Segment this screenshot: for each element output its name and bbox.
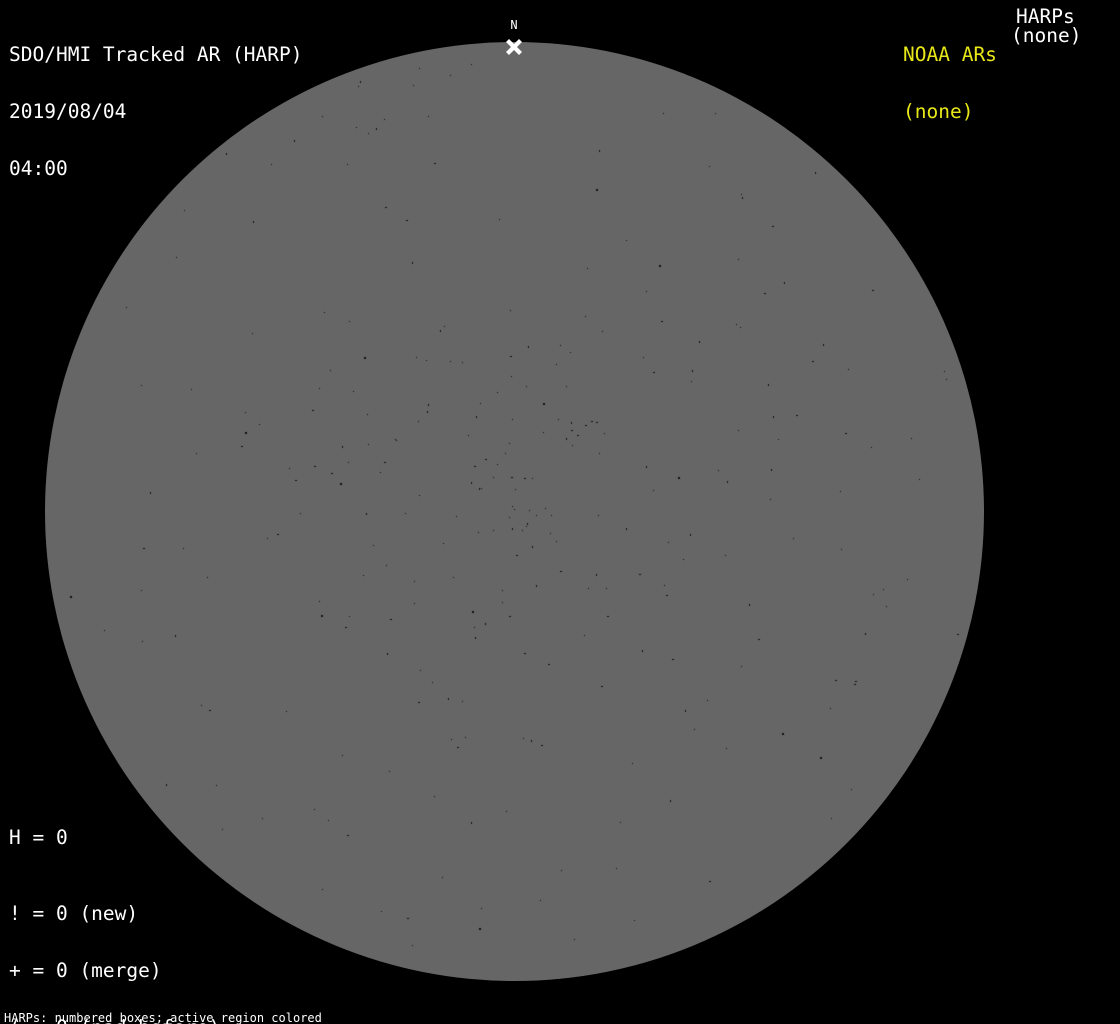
noaa-ars-label: NOAA ARs bbox=[903, 43, 997, 66]
observation-date: 2019/08/04 bbox=[9, 100, 127, 123]
north-pole-cross-icon bbox=[506, 39, 522, 55]
north-label: N bbox=[510, 18, 518, 32]
legend-item-new: ! = 0 (new) bbox=[9, 902, 139, 925]
footnotes: HARPs: numbered boxes; active region col… bbox=[4, 990, 423, 1024]
observation-time: 04:00 bbox=[9, 157, 68, 180]
harp-count: H = 0 bbox=[9, 826, 68, 849]
header: SDO/HMI Tracked AR (HARP) 2019/08/04 04:… bbox=[9, 7, 303, 216]
footnote-harps: HARPs: numbered boxes; active region col… bbox=[4, 1011, 322, 1024]
noaa-ars-value: (none) bbox=[903, 100, 974, 123]
noaa-ars-status: NOAA ARs (none) bbox=[903, 7, 997, 159]
page-title: SDO/HMI Tracked AR (HARP) bbox=[9, 43, 303, 66]
legend-item-merge: + = 0 (merge) bbox=[9, 959, 162, 982]
harp-tracker-view: SDO/HMI Tracked AR (HARP) 2019/08/04 04:… bbox=[0, 0, 1120, 1024]
harps-status-value: (none) bbox=[1011, 24, 1082, 47]
